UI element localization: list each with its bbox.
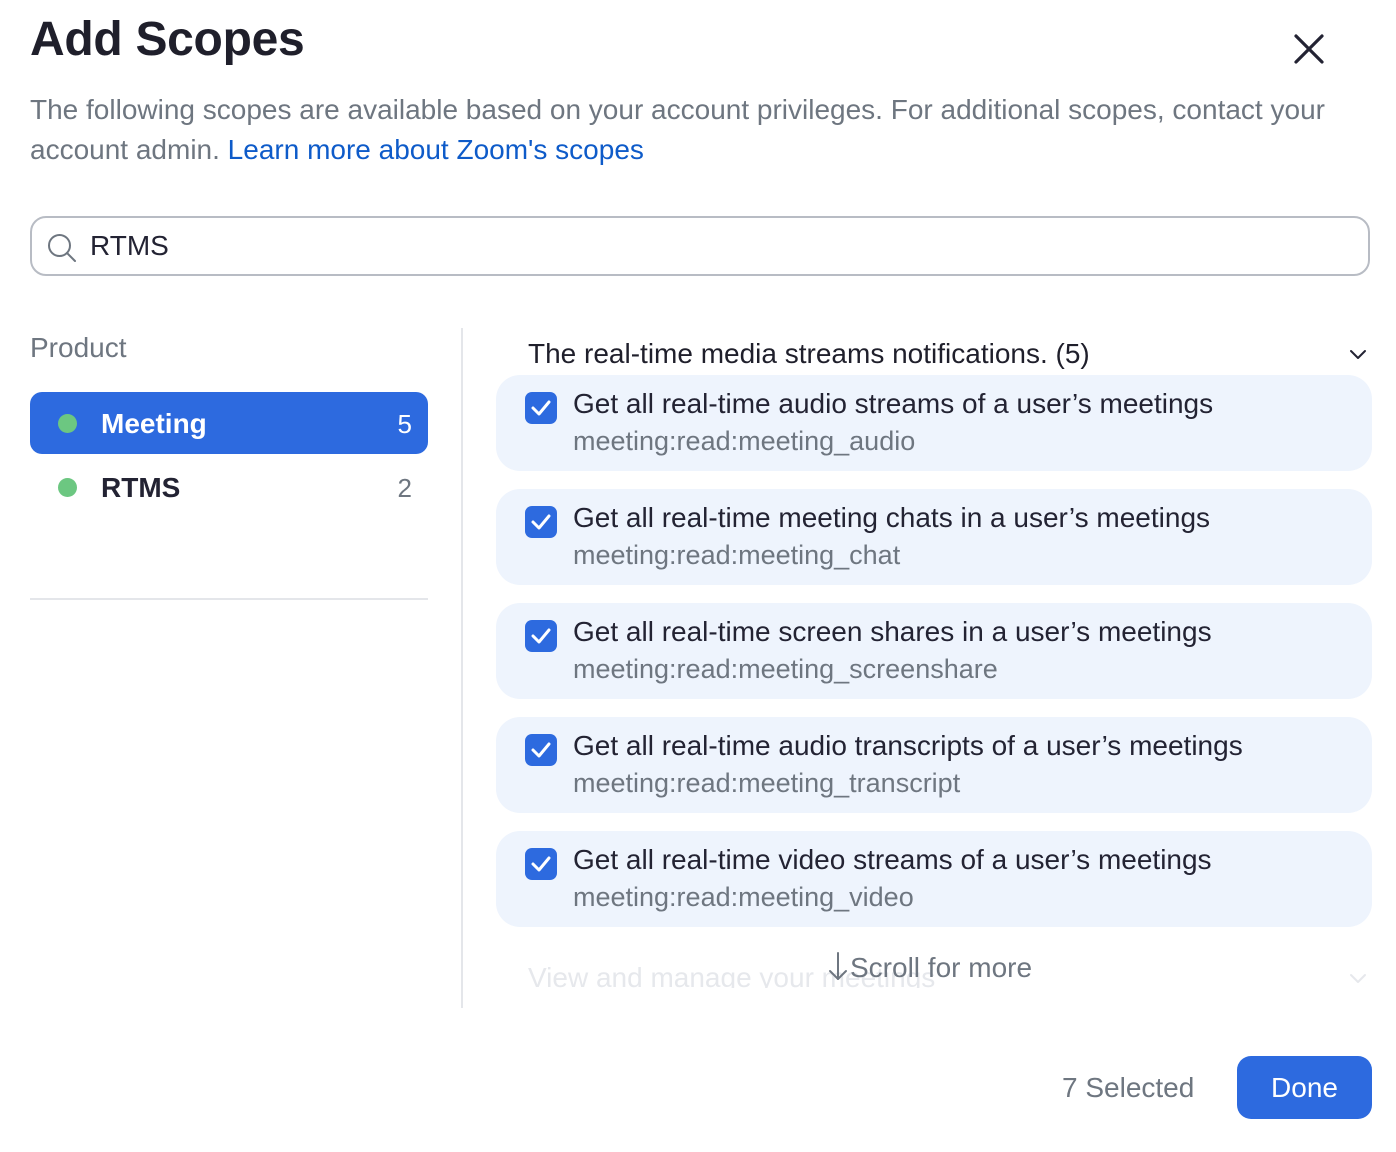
learn-more-link[interactable]: Learn more about Zoom's scopes	[228, 134, 644, 165]
scroll-for-more-hint[interactable]: Scroll for more	[826, 950, 1032, 986]
scope-name: Get all real-time audio transcripts of a…	[573, 730, 1243, 761]
checkmark-icon	[531, 856, 551, 872]
scope-item[interactable]: Get all real-time audio streams of a use…	[496, 375, 1372, 471]
status-dot	[58, 414, 77, 433]
scope-name: Get all real-time audio streams of a use…	[573, 388, 1214, 419]
scope-id: meeting:read:meeting_screenshare	[573, 654, 998, 684]
scope-name: Get all real-time video streams of a use…	[573, 844, 1212, 875]
sidebar-item-count: 5	[397, 409, 412, 439]
product-filter-label: Product	[30, 332, 127, 363]
scope-checkbox[interactable]	[525, 620, 557, 652]
close-button[interactable]	[1285, 25, 1333, 73]
sidebar-item-count: 2	[397, 473, 412, 503]
sidebar-item-label: Meeting	[101, 408, 207, 439]
sidebar-item-meeting[interactable]: Meeting 5	[30, 392, 428, 454]
sidebar-item-rtms[interactable]: RTMS 2	[30, 456, 428, 518]
dialog-title: Add Scopes	[30, 13, 305, 66]
panel-divider	[461, 328, 463, 1008]
search-input[interactable]	[90, 226, 1350, 266]
checkmark-icon	[531, 628, 551, 644]
scope-checkbox[interactable]	[525, 392, 557, 424]
scope-id: meeting:read:meeting_transcript	[573, 768, 961, 798]
search-icon	[48, 234, 76, 262]
selected-count: 7 Selected	[1062, 1072, 1195, 1103]
scope-name: Get all real-time meeting chats in a use…	[573, 502, 1211, 533]
scope-id: meeting:read:meeting_video	[573, 882, 914, 912]
description-text: The following scopes are available based…	[30, 94, 1325, 165]
chevron-down-icon[interactable]	[1347, 343, 1369, 365]
done-button[interactable]: Done	[1237, 1056, 1372, 1119]
close-icon	[1294, 34, 1324, 64]
scope-checkbox[interactable]	[525, 506, 557, 538]
status-dot	[58, 478, 77, 497]
scope-id: meeting:read:meeting_audio	[573, 426, 916, 456]
scope-checkbox[interactable]	[525, 734, 557, 766]
scope-checkbox[interactable]	[525, 848, 557, 880]
search-box[interactable]	[30, 216, 1370, 276]
scope-item[interactable]: Get all real-time meeting chats in a use…	[496, 489, 1372, 585]
scope-group-title: The real-time media streams notification…	[528, 338, 1090, 369]
scroll-hint-label: Scroll for more	[850, 952, 1033, 983]
scope-item[interactable]: Get all real-time video streams of a use…	[496, 831, 1372, 927]
scope-item[interactable]: Get all real-time audio transcripts of a…	[496, 717, 1372, 813]
scope-id: meeting:read:meeting_chat	[573, 540, 901, 570]
add-scopes-dialog: Add Scopes The following scopes are avai…	[0, 0, 1396, 1152]
checkmark-icon	[531, 514, 551, 530]
scope-name: Get all real-time screen shares in a use…	[573, 616, 1212, 647]
chevron-down-icon	[1350, 974, 1366, 983]
checkmark-icon	[531, 742, 551, 758]
arrow-down-icon	[829, 952, 847, 980]
dialog-description: The following scopes are available based…	[30, 90, 1370, 170]
checkmark-icon	[531, 400, 551, 416]
sidebar-divider	[30, 598, 428, 600]
scope-item[interactable]: Get all real-time screen shares in a use…	[496, 603, 1372, 699]
sidebar-item-label: RTMS	[101, 472, 181, 503]
